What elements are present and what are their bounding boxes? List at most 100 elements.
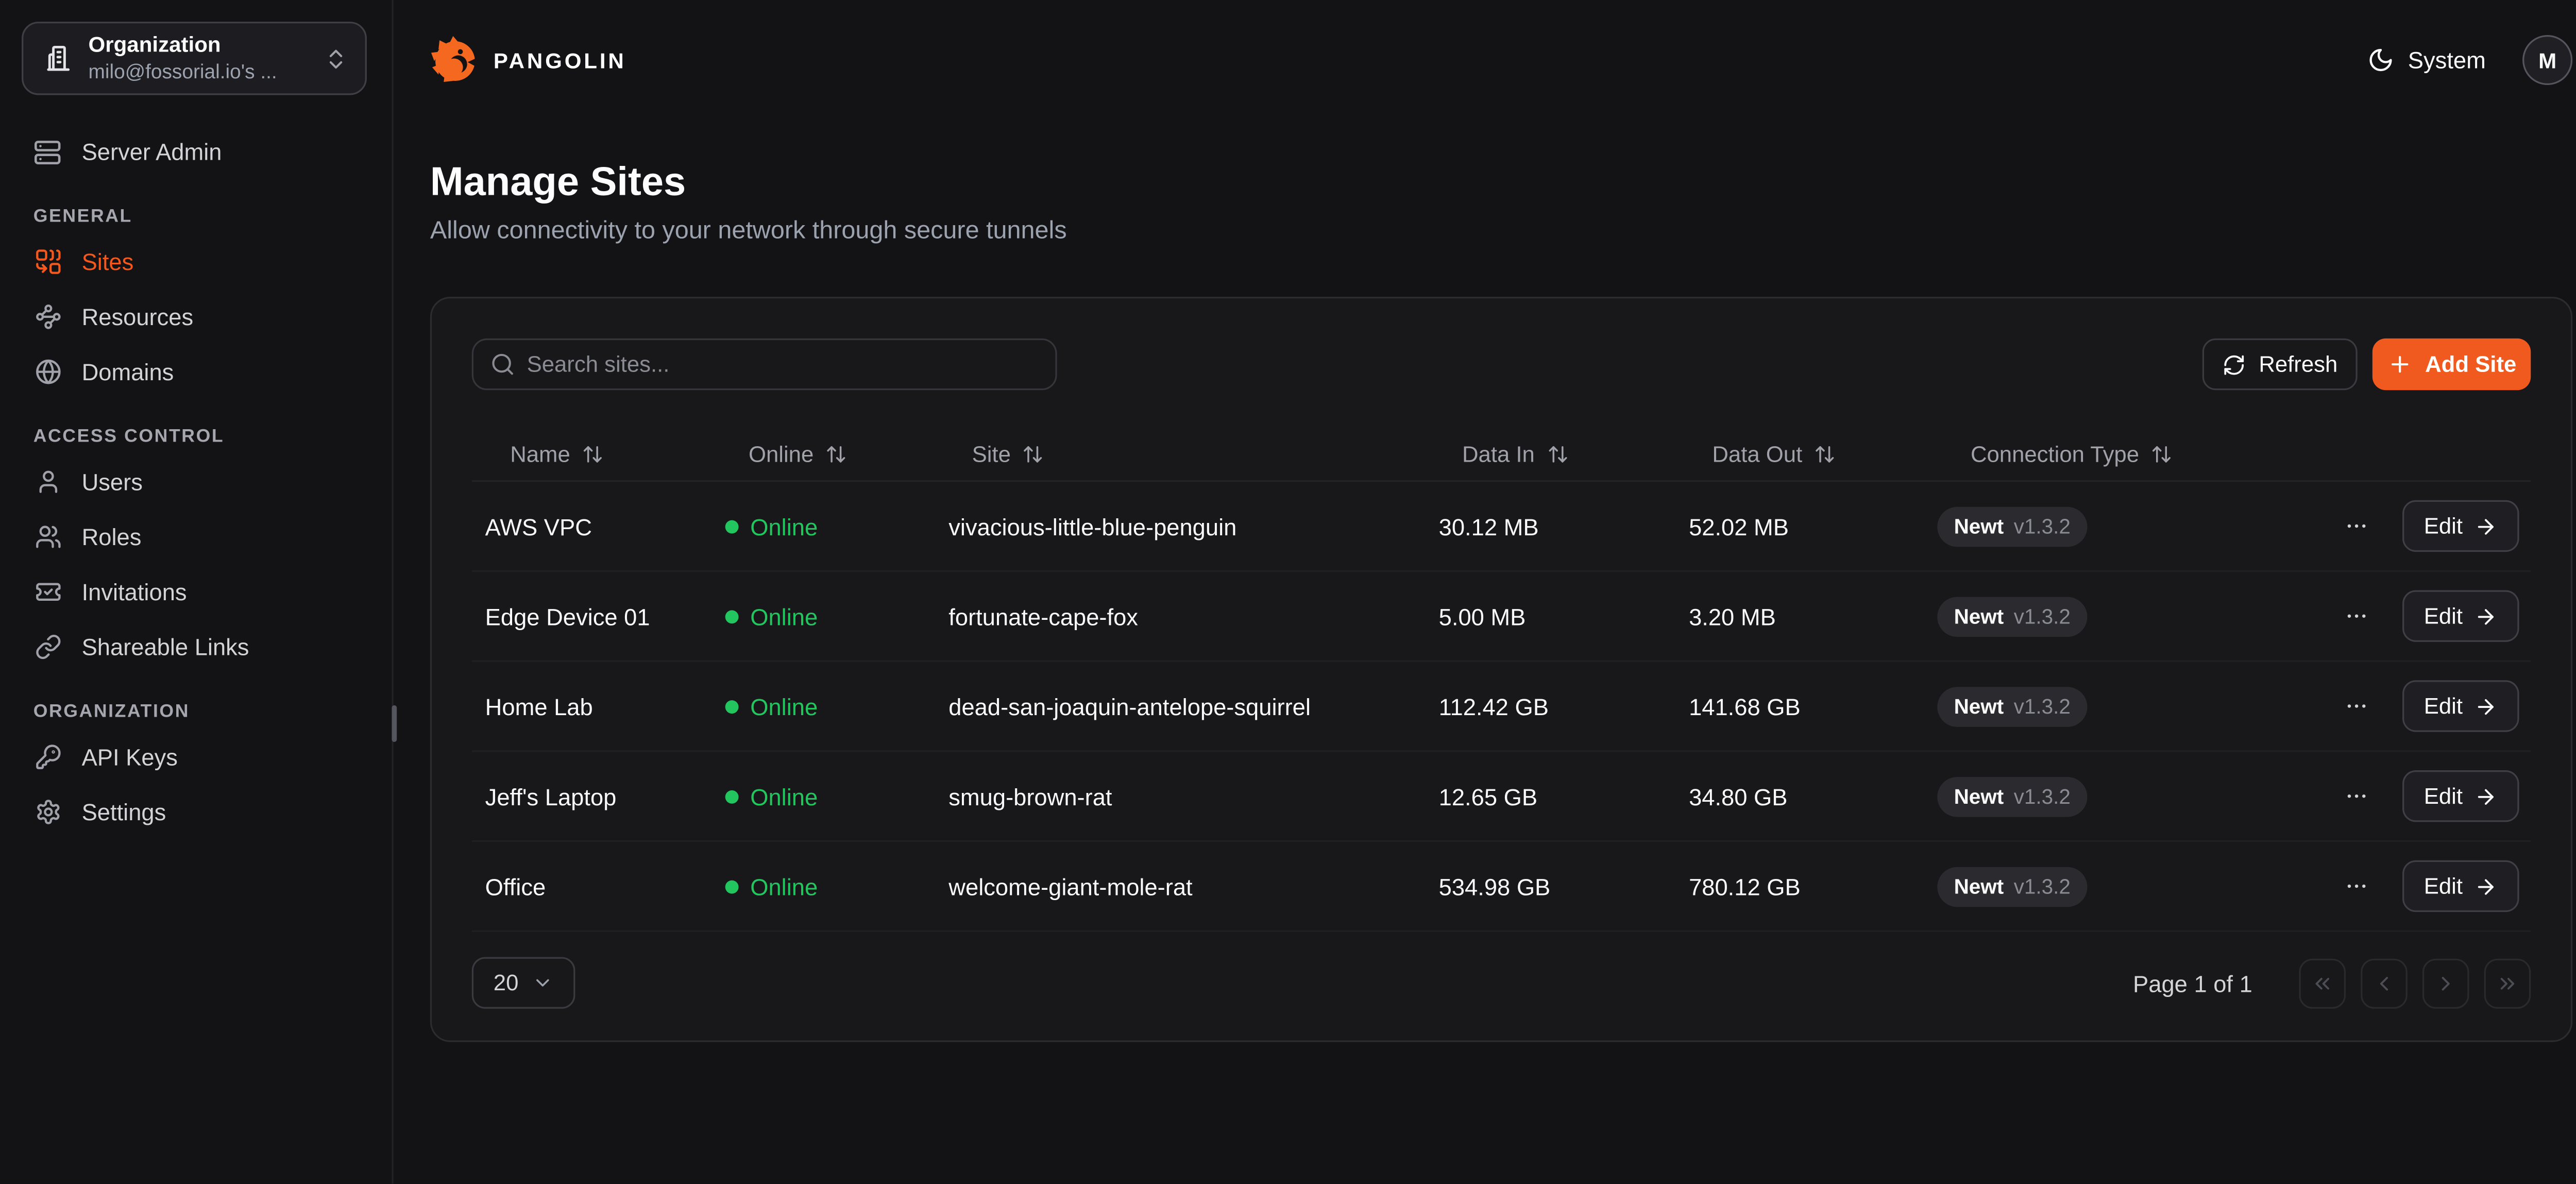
column-header-data-in[interactable]: Data In — [1426, 441, 1675, 466]
sidebar-item-label: Users — [82, 468, 143, 495]
cell-actions: Edit — [2258, 680, 2531, 732]
cell-data-in: 12.65 GB — [1426, 783, 1675, 809]
edit-button[interactable]: Edit — [2402, 500, 2519, 552]
table-row: Edge Device 01 Online fortunate-cape-fox… — [472, 572, 2531, 662]
add-site-label: Add Site — [2425, 352, 2516, 377]
sidebar-item-resources[interactable]: Resources — [33, 297, 359, 337]
sidebar-item-invitations[interactable]: Invitations — [33, 572, 359, 612]
org-label: Organization — [89, 32, 309, 60]
first-page-button[interactable] — [2299, 958, 2346, 1008]
sidebar-item-shareable-links[interactable]: Shareable Links — [33, 627, 359, 667]
table-row: Home Lab Online dead-san-joaquin-antelop… — [472, 662, 2531, 752]
gear-icon — [33, 799, 62, 825]
building-icon — [43, 43, 73, 73]
cell-online: Online — [712, 873, 936, 900]
topbar-right: System M — [2368, 35, 2572, 85]
edit-button[interactable]: Edit — [2402, 770, 2519, 822]
sidebar-resize-handle[interactable] — [392, 705, 397, 742]
connection-version: v1.3.2 — [2014, 874, 2071, 898]
cell-data-in: 112.42 GB — [1426, 693, 1675, 720]
column-label: Data In — [1462, 441, 1535, 466]
search-box — [472, 339, 1057, 390]
row-more-button[interactable] — [2341, 870, 2372, 902]
connection-version: v1.3.2 — [2014, 695, 2071, 718]
next-page-button[interactable] — [2422, 958, 2469, 1008]
column-header-data-out[interactable]: Data Out — [1675, 441, 1934, 466]
status-label: Online — [750, 873, 818, 900]
sidebar-item-domains[interactable]: Domains — [33, 352, 359, 392]
sidebar-item-settings[interactable]: Settings — [33, 792, 359, 832]
connection-version: v1.3.2 — [2014, 514, 2071, 537]
sidebar-item-label: Sites — [82, 248, 134, 275]
row-more-button[interactable] — [2341, 690, 2372, 722]
page-size-value: 20 — [494, 970, 519, 995]
last-page-button[interactable] — [2484, 958, 2531, 1008]
page-subtitle: Allow connectivity to your network throu… — [430, 217, 1067, 245]
connection-badge: Newt v1.3.2 — [1937, 866, 2087, 906]
table-row: Office Online welcome-giant-mole-rat 534… — [472, 842, 2531, 932]
column-header-online[interactable]: Online — [712, 441, 936, 466]
sidebar-item-label: Server Admin — [82, 139, 222, 165]
app-window: Organization milo@fossorial.io's ... Ser… — [0, 0, 2576, 1184]
status-label: Online — [750, 783, 818, 809]
status-dot-icon — [725, 789, 739, 803]
sidebar-item-users[interactable]: Users — [33, 462, 359, 502]
cell-data-in: 30.12 MB — [1426, 513, 1675, 539]
sidebar-item-sites[interactable]: Sites — [33, 242, 359, 282]
edit-button[interactable]: Edit — [2402, 860, 2519, 912]
column-header-connection-type[interactable]: Connection Type — [1934, 441, 2258, 466]
column-label: Connection Type — [1971, 441, 2139, 466]
user-avatar[interactable]: M — [2522, 35, 2572, 85]
sidebar-item-roles[interactable]: Roles — [33, 517, 359, 557]
arrow-right-icon — [2475, 695, 2498, 718]
chevrons-up-down-icon — [324, 46, 349, 71]
sidebar-item-api-keys[interactable]: API Keys — [33, 737, 359, 777]
edit-button[interactable]: Edit — [2402, 680, 2519, 732]
row-more-button[interactable] — [2341, 600, 2372, 632]
cell-data-out: 3.20 MB — [1675, 603, 1934, 630]
edit-button[interactable]: Edit — [2402, 590, 2519, 642]
sort-icon — [1814, 443, 1836, 464]
search-input[interactable] — [472, 339, 1057, 390]
globe-icon — [33, 359, 62, 385]
theme-toggle[interactable]: System — [2368, 47, 2486, 74]
page-size-select[interactable]: 20 — [472, 957, 575, 1008]
column-label: Site — [972, 441, 1011, 466]
column-header-site[interactable]: Site — [935, 441, 1425, 466]
sidebar-item-label: Resources — [82, 303, 194, 330]
org-selector[interactable]: Organization milo@fossorial.io's ... — [22, 22, 367, 95]
refresh-button[interactable]: Refresh — [2202, 339, 2358, 390]
previous-page-button[interactable] — [2361, 958, 2408, 1008]
cell-connection-type: Newt v1.3.2 — [1934, 686, 2258, 726]
connection-version: v1.3.2 — [2014, 785, 2071, 808]
cell-connection-type: Newt v1.3.2 — [1934, 596, 2258, 636]
arrow-right-icon — [2475, 514, 2498, 537]
pager-controls: Page 1 of 1 — [2133, 958, 2531, 1008]
sidebar-section-general: GENERAL — [33, 207, 359, 227]
sort-icon — [825, 443, 847, 464]
cell-site: dead-san-joaquin-antelope-squirrel — [935, 693, 1425, 720]
sidebar-item-server-admin[interactable]: Server Admin — [33, 132, 359, 172]
cell-online: Online — [712, 513, 936, 539]
status-label: Online — [750, 513, 818, 539]
cell-actions: Edit — [2258, 500, 2531, 552]
sort-icon — [582, 443, 603, 464]
theme-label: System — [2408, 47, 2486, 74]
status-dot-icon — [725, 700, 739, 713]
cell-actions: Edit — [2258, 770, 2531, 822]
row-more-button[interactable] — [2341, 780, 2372, 811]
row-more-button[interactable] — [2341, 510, 2372, 542]
connection-type: Newt — [1954, 695, 2004, 718]
status-dot-icon — [725, 879, 739, 893]
pagination-bar: 20 Page 1 of 1 — [472, 957, 2531, 1008]
page-title: Manage Sites — [430, 160, 686, 207]
column-header-name[interactable]: Name — [472, 441, 712, 466]
cell-name: AWS VPC — [472, 513, 712, 539]
cell-actions: Edit — [2258, 860, 2531, 912]
cell-site: smug-brown-rat — [935, 783, 1425, 809]
sidebar-section-access-control: ACCESS CONTROL — [33, 427, 359, 447]
status-label: Online — [750, 603, 818, 630]
add-site-button[interactable]: Add Site — [2372, 339, 2531, 390]
cell-data-in: 534.98 GB — [1426, 873, 1675, 900]
edit-label: Edit — [2424, 514, 2463, 539]
